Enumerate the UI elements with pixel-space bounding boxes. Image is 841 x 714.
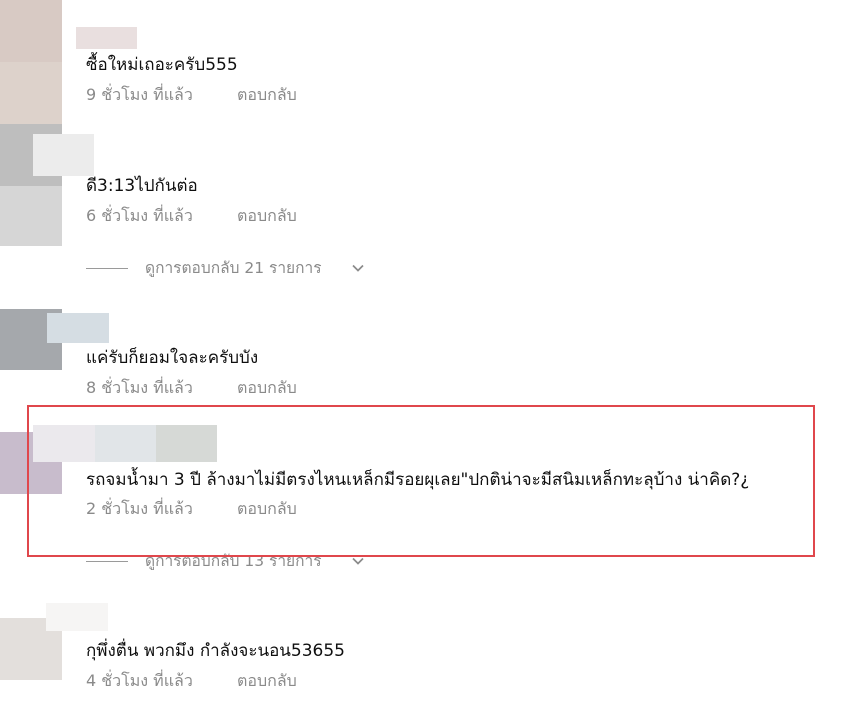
reply-button[interactable]: ตอบกลับ <box>237 85 297 105</box>
author-name-placeholder-part2[interactable] <box>95 425 156 462</box>
author-name-placeholder[interactable] <box>33 134 94 176</box>
chevron-down-icon <box>352 264 364 272</box>
comments-page: ซื้อใหม่เถอะครับ555 9 ชั่วโมง ที่แล้ว ตอ… <box>0 0 841 714</box>
view-replies-label: ดูการตอบกลับ 13 รายการ <box>145 552 322 570</box>
comment-timestamp: 2 ชั่วโมง ที่แล้ว <box>86 499 193 518</box>
view-replies-label: ดูการตอบกลับ 21 รายการ <box>145 259 322 277</box>
reply-button[interactable]: ตอบกลับ <box>237 206 297 226</box>
reply-button[interactable]: ตอบกลับ <box>237 671 297 691</box>
comment-timestamp: 4 ชั่วโมง ที่แล้ว <box>86 671 193 690</box>
view-replies-button[interactable]: ดูการตอบกลับ 13 รายการ <box>86 551 376 571</box>
chevron-down-icon <box>352 557 364 565</box>
reply-button[interactable]: ตอบกลับ <box>237 378 297 398</box>
comment-text: รถจมน้ำมา 3 ปี ล้างมาไม่มีตรงไหนเหล็กมีร… <box>86 470 750 490</box>
author-name-placeholder-part3[interactable] <box>156 425 217 462</box>
comment-timestamp: 8 ชั่วโมง ที่แล้ว <box>86 378 193 397</box>
author-name-placeholder-part1[interactable] <box>33 425 95 462</box>
avatar-lower <box>0 186 62 246</box>
divider-line <box>86 561 128 562</box>
comment-meta: 8 ชั่วโมง ที่แล้ว ตอบกลับ <box>86 378 297 398</box>
comment-meta: 9 ชั่วโมง ที่แล้ว ตอบกลับ <box>86 85 297 105</box>
comment-meta: 4 ชั่วโมง ที่แล้ว ตอบกลับ <box>86 671 297 691</box>
author-name-placeholder[interactable] <box>46 603 108 631</box>
comment-text: ดี3:13ไปกันต่อ <box>86 176 198 196</box>
comment-text: กุพึ่งตื่น พวกมึง กำลังจะนอน53655 <box>86 641 346 661</box>
comment-meta: 6 ชั่วโมง ที่แล้ว ตอบกลับ <box>86 206 297 226</box>
author-name-placeholder[interactable] <box>47 313 109 343</box>
avatar[interactable] <box>0 0 62 62</box>
view-replies-button[interactable]: ดูการตอบกลับ 21 รายการ <box>86 258 376 278</box>
comment-timestamp: 9 ชั่วโมง ที่แล้ว <box>86 85 193 104</box>
author-name-placeholder[interactable] <box>76 27 137 49</box>
comment-meta: 2 ชั่วโมง ที่แล้ว ตอบกลับ <box>86 499 297 519</box>
reply-button[interactable]: ตอบกลับ <box>237 499 297 519</box>
comment-text: ซื้อใหม่เถอะครับ555 <box>86 55 238 75</box>
comment-timestamp: 6 ชั่วโมง ที่แล้ว <box>86 206 193 225</box>
divider-line <box>86 268 128 269</box>
avatar-lower <box>0 62 62 124</box>
comment-text: แค่รับก็ยอมใจละครับบัง <box>86 348 259 368</box>
